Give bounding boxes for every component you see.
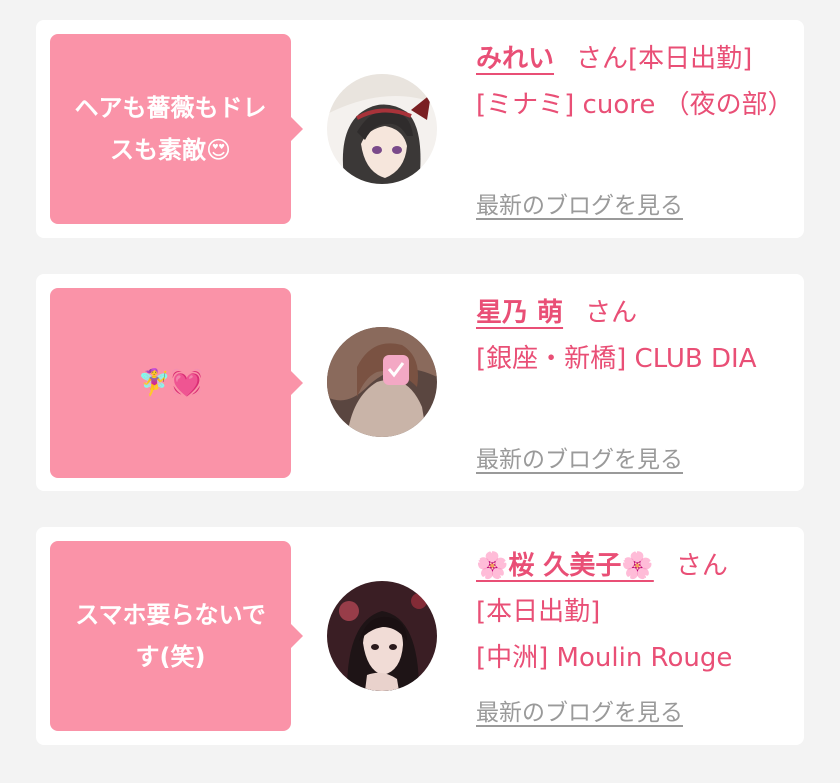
cast-card: ヘアも薔薇もドレスも素敵😍 みれい さん[本日出勤] [ミナミ] cuore （夜… bbox=[36, 20, 804, 238]
cast-name-link[interactable]: 🌸桜 久美子🌸 bbox=[476, 551, 654, 581]
status-badge: [本日出勤] bbox=[628, 44, 753, 74]
cast-name-link[interactable]: みれい bbox=[476, 44, 554, 74]
cast-info: 星乃 萌さん [銀座・新橋] CLUB DIA bbox=[476, 290, 796, 382]
shop-name: [銀座・新橋] CLUB DIA bbox=[476, 344, 757, 374]
status-badge: [本日出勤] bbox=[476, 597, 601, 627]
comment-bubble: 🧚‍♀️💓 bbox=[50, 288, 303, 478]
latest-blog-link[interactable]: 最新のブログを見る bbox=[476, 440, 683, 474]
honorific: さん bbox=[675, 551, 728, 581]
comment-bubble: ヘアも薔薇もドレスも素敵😍 bbox=[50, 34, 303, 224]
anime-girl-avatar-icon bbox=[327, 74, 437, 184]
comment-text: ヘアも薔薇もドレスも素敵😍 bbox=[74, 94, 267, 164]
cast-comment-list: ヘアも薔薇もドレスも素敵😍 みれい さん[本日出勤] [ミナミ] cuore （夜… bbox=[0, 0, 840, 783]
comment-text: 🧚‍♀️💓 bbox=[138, 368, 203, 398]
honorific: さん bbox=[576, 44, 629, 74]
cast-card: スマホ要らないです(笑) 🌸桜 久美子🌸 さん [本日出勤] [中洲] Mouli… bbox=[36, 527, 804, 745]
comment-text: スマホ要らないです(笑) bbox=[75, 601, 266, 671]
cast-avatar[interactable] bbox=[327, 74, 437, 184]
comment-bubble: スマホ要らないです(笑) bbox=[50, 541, 303, 731]
shop-name: [中洲] Moulin Rouge bbox=[476, 643, 733, 673]
cast-name-link[interactable]: 星乃 萌 bbox=[476, 298, 563, 328]
cast-avatar[interactable] bbox=[327, 327, 437, 437]
cast-card: 🧚‍♀️💓 星乃 萌さん [銀座・新橋] CLUB DIA 最新のブログを見る bbox=[36, 274, 804, 491]
shop-name: [ミナミ] cuore （夜の部） bbox=[476, 90, 794, 120]
cast-info: 🌸桜 久美子🌸 さん [本日出勤] [中洲] Moulin Rouge bbox=[476, 543, 796, 681]
woman-photo-avatar-icon bbox=[327, 327, 437, 437]
cast-info: みれい さん[本日出勤] [ミナミ] cuore （夜の部） bbox=[476, 36, 796, 128]
woman-portrait-avatar-icon bbox=[327, 581, 437, 691]
cast-avatar[interactable] bbox=[327, 581, 437, 691]
latest-blog-link[interactable]: 最新のブログを見る bbox=[476, 186, 683, 220]
latest-blog-link[interactable]: 最新のブログを見る bbox=[476, 693, 683, 727]
honorific: さん bbox=[585, 298, 638, 328]
